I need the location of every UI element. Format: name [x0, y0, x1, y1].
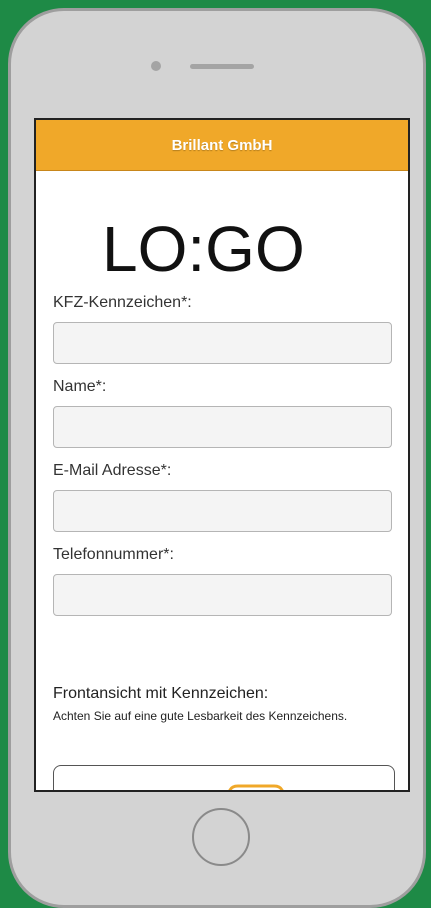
kfz-input[interactable]	[53, 322, 392, 364]
photo-section-hint: Achten Sie auf eine gute Lesbarkeit des …	[53, 709, 348, 723]
name-input[interactable]	[53, 406, 392, 448]
photo-upload-box[interactable]	[53, 765, 395, 790]
header-title: Brillant GmbH	[171, 136, 273, 154]
email-input[interactable]	[53, 490, 392, 532]
speaker-grille	[190, 64, 254, 69]
phone-screen: Brillant GmbH LO:GO KFZ-Kennzeichen*: Na…	[34, 118, 410, 792]
name-label: Name*:	[53, 378, 107, 395]
camera-dot	[151, 61, 161, 71]
email-label: E-Mail Adresse*:	[53, 462, 172, 479]
phone-frame: Brillant GmbH LO:GO KFZ-Kennzeichen*: Na…	[8, 8, 426, 908]
kfz-label: KFZ-Kennzeichen*:	[53, 294, 192, 311]
car-front-icon	[228, 784, 284, 790]
app-header: Brillant GmbH	[36, 120, 408, 171]
phone-input[interactable]	[53, 574, 392, 616]
phone-label: Telefonnummer*:	[53, 546, 174, 563]
photo-section-title: Frontansicht mit Kennzeichen:	[53, 685, 269, 702]
home-button[interactable]	[192, 808, 250, 866]
logo: LO:GO	[102, 213, 305, 285]
